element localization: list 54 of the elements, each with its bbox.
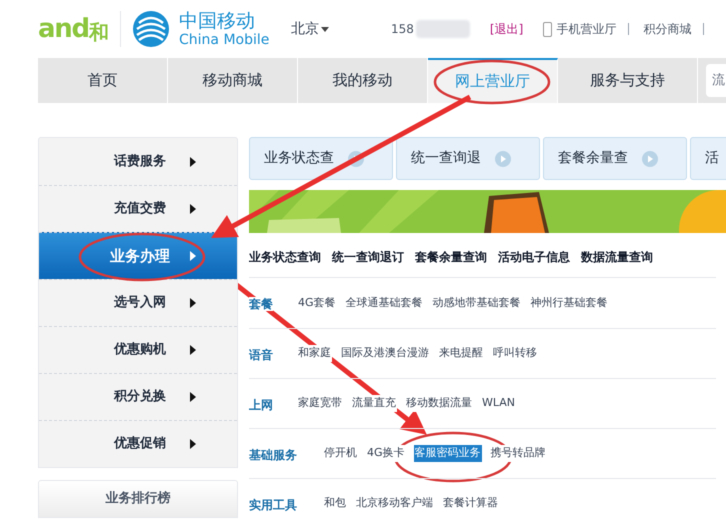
quick-button[interactable]: 活: [690, 137, 726, 180]
sidebar-item[interactable]: 优惠促销: [39, 420, 237, 467]
service-link[interactable]: 流量直充: [351, 395, 397, 412]
play-icon: [348, 150, 364, 166]
logo-name: 和: [88, 22, 109, 42]
category-label: 基础服务: [249, 448, 297, 462]
blurred-patch: [416, 20, 470, 38]
service-link[interactable]: 客服密码业务: [414, 445, 482, 462]
phone-icon: [543, 22, 552, 36]
logout-link[interactable]: [退出]: [490, 20, 524, 38]
quick-link[interactable]: 数据流量查询: [581, 248, 653, 266]
quick-link[interactable]: 统一查询退订: [332, 248, 404, 266]
caret-icon: [321, 26, 329, 32]
triangle-icon: [190, 345, 196, 355]
quick-button[interactable]: 统一查询退: [396, 137, 540, 180]
sidebar-item[interactable]: 积分兑换: [39, 373, 237, 420]
brand-name: 中国移动: [179, 10, 256, 32]
sidebar-item[interactable]: 优惠购机: [39, 326, 237, 373]
quick-button[interactable]: 业务状态查: [249, 137, 393, 180]
triangle-icon: [190, 204, 196, 214]
triangle-icon: [190, 298, 196, 308]
category-label: 上网: [249, 398, 273, 412]
header-link[interactable]: 手机营业厅: [556, 23, 630, 35]
nav-tab[interactable]: 首页: [38, 58, 168, 103]
quick-link[interactable]: 活动电子信息: [498, 248, 570, 266]
sidebar-item[interactable]: 业务办理: [39, 232, 237, 279]
brand-name-english: China Mobile: [179, 32, 270, 48]
ranking-header: 业务排行榜: [38, 480, 238, 518]
swirl-logo-icon: [131, 9, 171, 49]
triangle-icon: [190, 392, 196, 402]
service-link[interactable]: 携号转品牌: [490, 445, 547, 462]
category-label: 实用工具: [249, 498, 297, 512]
sidebar-item[interactable]: 话费服务: [39, 138, 237, 185]
header-link[interactable]: 积分商城: [643, 23, 704, 35]
quick-link[interactable]: 套餐余量查询: [415, 248, 487, 266]
service-link[interactable]: 移动数据流量: [405, 395, 473, 412]
user-number: 158: [391, 21, 414, 38]
service-link[interactable]: 4G换卡: [366, 445, 406, 462]
category-label: 语音: [249, 348, 273, 362]
nav-tab[interactable]: 移动商城: [168, 58, 298, 103]
quick-link[interactable]: 业务状态查询: [249, 248, 321, 266]
logo-mark: and: [38, 16, 89, 42]
triangle-icon: [190, 439, 196, 449]
play-icon: [495, 150, 511, 166]
triangle-icon: [190, 251, 196, 261]
category-label: 套餐: [249, 297, 273, 311]
triangle-icon: [190, 156, 196, 166]
quick-button[interactable]: 套餐余量查: [543, 137, 687, 180]
service-link[interactable]: 和家庭: [297, 345, 332, 362]
search-field[interactable]: 流: [706, 64, 726, 97]
sidebar-item[interactable]: 选号入网: [39, 279, 237, 326]
nav-tab[interactable]: 服务与支持: [558, 58, 698, 103]
play-icon: [642, 150, 658, 166]
city-selector[interactable]: 北京: [291, 18, 329, 40]
